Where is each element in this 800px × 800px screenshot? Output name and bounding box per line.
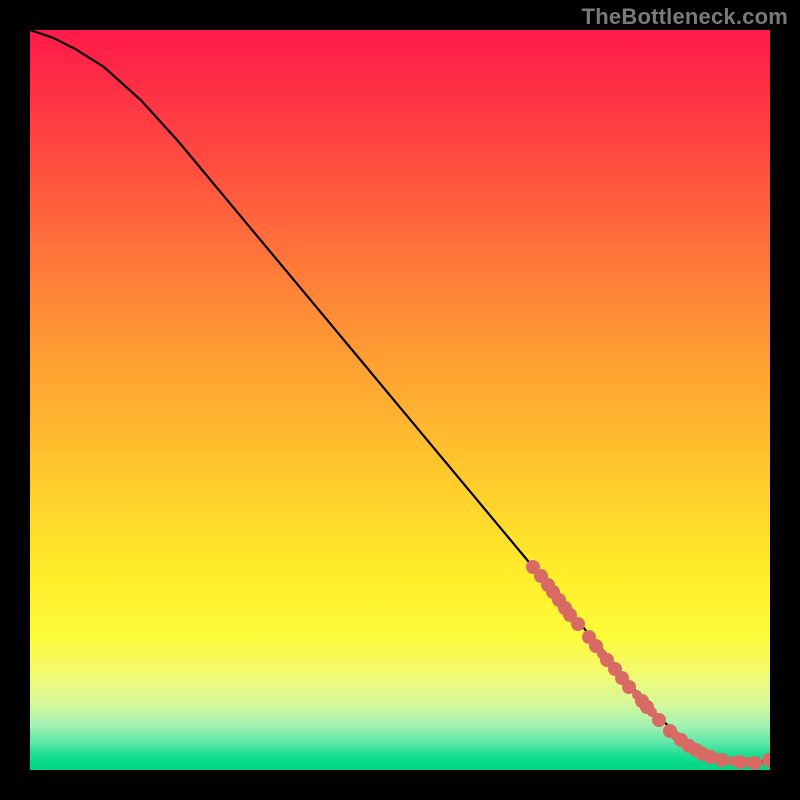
chart-stage: TheBottleneck.com <box>0 0 800 800</box>
plot-area <box>30 30 770 770</box>
data-marker <box>571 617 585 631</box>
watermark-text: TheBottleneck.com <box>582 4 788 30</box>
data-marker <box>748 756 762 770</box>
data-marker <box>762 753 770 767</box>
data-marker <box>652 713 666 727</box>
line-curve <box>30 30 770 770</box>
data-marker <box>715 753 729 767</box>
